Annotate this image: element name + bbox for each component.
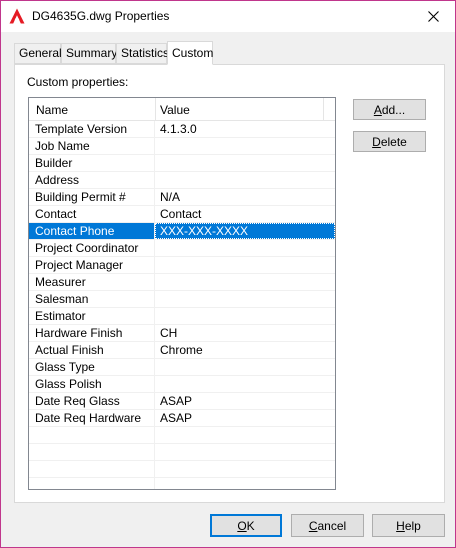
table-row[interactable]: Project Coordinator (29, 240, 335, 257)
close-button[interactable] (411, 1, 455, 32)
table-row[interactable]: Estimator (29, 308, 335, 325)
property-name-cell[interactable]: Contact Phone (29, 223, 155, 239)
property-name-cell[interactable]: Contact (29, 206, 155, 222)
close-icon (427, 11, 439, 22)
column-divider[interactable] (155, 98, 156, 121)
property-name-cell[interactable]: Builder (29, 155, 155, 171)
table-row[interactable] (29, 478, 335, 489)
ok-button[interactable]: OK (210, 514, 282, 537)
property-value-cell[interactable] (155, 155, 335, 171)
column-header-name[interactable]: Name (36, 103, 68, 117)
property-name-cell[interactable]: Measurer (29, 274, 155, 290)
table-row[interactable]: Hardware Finish CH (29, 325, 335, 342)
delete-button-mnemonic: D (372, 135, 381, 149)
property-value-cell[interactable]: CH (155, 325, 335, 341)
add-button[interactable]: Add... (353, 99, 426, 120)
property-value-cell[interactable] (155, 172, 335, 188)
property-value-cell[interactable] (155, 478, 335, 489)
table-row[interactable]: Contact Phone XXX-XXX-XXXX (29, 223, 335, 240)
ok-button-label: K (246, 519, 255, 533)
property-name-cell[interactable]: Actual Finish (29, 342, 155, 358)
property-value-cell[interactable] (155, 359, 335, 375)
property-value-cell[interactable]: ASAP (155, 410, 335, 426)
table-row[interactable] (29, 461, 335, 478)
property-name-cell[interactable] (29, 478, 155, 489)
property-name-cell[interactable]: Hardware Finish (29, 325, 155, 341)
property-value-cell[interactable] (155, 444, 335, 460)
property-name-cell[interactable]: Building Permit # (29, 189, 155, 205)
table-row[interactable]: Date Req Glass ASAP (29, 393, 335, 410)
table-row[interactable]: Template Version 4.1.3.0 (29, 121, 335, 138)
tab-custom[interactable]: Custom (167, 41, 213, 65)
table-row[interactable] (29, 427, 335, 444)
property-value-cell[interactable]: N/A (155, 189, 335, 205)
table-row[interactable]: Job Name (29, 138, 335, 155)
property-name-cell[interactable]: Address (29, 172, 155, 188)
grid-body: Template Version 4.1.3.0 Job Name Builder Ad… (29, 121, 335, 489)
property-name-cell[interactable]: Salesman (29, 291, 155, 307)
property-name-cell[interactable]: Date Req Glass (29, 393, 155, 409)
table-row[interactable] (29, 444, 335, 461)
property-name-cell[interactable]: Estimator (29, 308, 155, 324)
property-name-cell[interactable]: Job Name (29, 138, 155, 154)
property-value-cell[interactable]: Contact (155, 206, 335, 222)
property-value-cell[interactable]: 4.1.3.0 (155, 121, 335, 137)
window-title: DG4635G.dwg Properties (32, 9, 170, 23)
property-value-cell[interactable] (155, 240, 335, 256)
property-name-cell[interactable]: Project Manager (29, 257, 155, 273)
property-value-cell[interactable]: Chrome (155, 342, 335, 358)
tab-statistics[interactable]: Statistics (116, 43, 169, 64)
property-value-cell[interactable] (155, 461, 335, 477)
property-value-cell[interactable] (155, 427, 335, 443)
cancel-button-label: ancel (317, 519, 347, 533)
property-value-cell[interactable] (155, 138, 335, 154)
property-name-cell[interactable]: Glass Polish (29, 376, 155, 392)
table-row[interactable]: Contact Contact (29, 206, 335, 223)
autocad-logo-icon (9, 8, 25, 24)
property-value-cell[interactable] (155, 274, 335, 290)
table-row[interactable]: Salesman (29, 291, 335, 308)
title-bar: DG4635G.dwg Properties (1, 1, 455, 32)
property-name-cell[interactable]: Glass Type (29, 359, 155, 375)
property-name-cell[interactable] (29, 444, 155, 460)
property-name-cell[interactable]: Date Req Hardware (29, 410, 155, 426)
table-row[interactable]: Project Manager (29, 257, 335, 274)
table-row[interactable]: Building Permit # N/A (29, 189, 335, 206)
add-button-label: dd... (381, 103, 406, 117)
property-value-cell[interactable] (155, 376, 335, 392)
column-divider[interactable] (323, 98, 324, 121)
tab-general[interactable]: General (14, 43, 62, 64)
property-value-cell[interactable] (155, 308, 335, 324)
property-name-cell[interactable] (29, 461, 155, 477)
grid-header: Name Value (29, 98, 335, 121)
tab-summary[interactable]: Summary (61, 43, 117, 64)
property-name-cell[interactable]: Template Version (29, 121, 155, 137)
property-value-cell[interactable]: XXX-XXX-XXXX (155, 223, 335, 239)
column-header-value[interactable]: Value (160, 103, 190, 117)
help-button[interactable]: Help (372, 514, 445, 537)
delete-button[interactable]: Delete (353, 131, 426, 152)
custom-properties-label: Custom properties: (27, 75, 129, 89)
add-button-mnemonic: A (373, 103, 382, 117)
delete-button-label: elete (380, 135, 407, 149)
table-row[interactable]: Address (29, 172, 335, 189)
help-button-mnemonic: H (396, 519, 405, 533)
help-button-label: elp (404, 519, 421, 533)
ok-button-mnemonic: O (237, 519, 247, 533)
property-name-cell[interactable] (29, 427, 155, 443)
properties-dialog: DG4635G.dwg Properties General Summary S… (0, 0, 456, 548)
custom-properties-grid[interactable]: Name Value Template Version 4.1.3.0 Job Na… (28, 97, 336, 490)
table-row[interactable]: Actual Finish Chrome (29, 342, 335, 359)
table-row[interactable]: Glass Type (29, 359, 335, 376)
table-row[interactable]: Measurer (29, 274, 335, 291)
property-value-cell[interactable]: ASAP (155, 393, 335, 409)
table-row[interactable]: Date Req Hardware ASAP (29, 410, 335, 427)
property-name-cell[interactable]: Project Coordinator (29, 240, 155, 256)
property-value-cell[interactable] (155, 257, 335, 273)
table-row[interactable]: Glass Polish (29, 376, 335, 393)
table-row[interactable]: Builder (29, 155, 335, 172)
property-value-cell[interactable] (155, 291, 335, 307)
cancel-button[interactable]: Cancel (291, 514, 364, 537)
